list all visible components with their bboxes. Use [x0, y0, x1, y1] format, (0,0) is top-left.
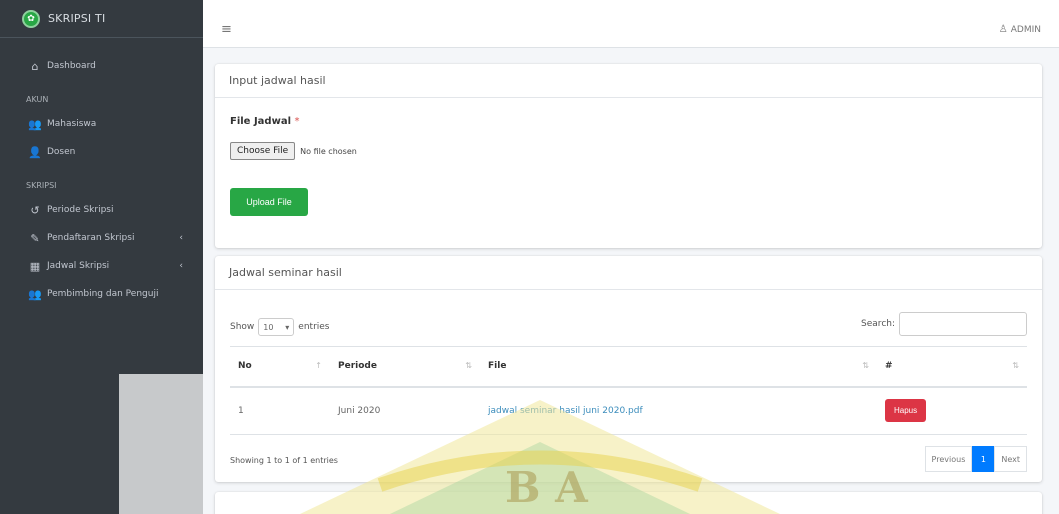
menu-toggle-icon[interactable]: ≡	[221, 22, 232, 37]
sort-icon: ⇅	[1012, 361, 1019, 371]
schedule-table: No ↑ Periode ⇅ File ⇅ # ⇅ 1 Juni 2020 jadwal…	[230, 346, 1027, 435]
cell-periode: Juni 2020	[330, 386, 480, 435]
entries-label: entries	[298, 322, 330, 332]
file-input[interactable]: Choose File No file chosen	[230, 142, 357, 160]
user-icon: 👤	[28, 145, 42, 159]
brand-logo-icon: ✿	[22, 9, 40, 28]
user-icon: ♙	[998, 24, 1008, 35]
upload-card-title: Input jadwal hasil	[215, 64, 1042, 98]
choose-file-button[interactable]: Choose File	[230, 142, 296, 160]
sort-icon: ⇅	[465, 361, 472, 371]
chevron-left-icon: ‹	[179, 261, 183, 271]
entries-value: 10	[263, 322, 274, 332]
sidebar-item-pendaftaran-skripsi[interactable]: ✎ Pendaftaran Skripsi ‹	[0, 224, 203, 252]
history-icon: ↺	[30, 203, 40, 217]
delete-button[interactable]: Hapus	[885, 399, 927, 423]
next-page-button[interactable]: Next	[994, 446, 1027, 472]
brand-link[interactable]: ✿ SKRIPSI TI	[0, 0, 203, 38]
entries-select[interactable]: 10 ▾	[258, 318, 295, 336]
sort-icon: ⇅	[862, 361, 869, 371]
sidebar-item-label: Pembimbing dan Penguji	[47, 289, 159, 299]
user-menu[interactable]: ♙ ADMIN	[999, 24, 1041, 35]
cell-no: 1	[230, 386, 330, 435]
column-header-action[interactable]: # ⇅	[877, 346, 1027, 388]
calendar-icon: ▦	[29, 259, 41, 273]
sidebar-item-jadwal-skripsi[interactable]: ▦ Jadwal Skripsi ‹	[0, 252, 203, 280]
sidebar-item-label: Periode Skripsi	[47, 205, 114, 215]
sidebar-item-pembimbing-penguji[interactable]: 👥 Pembimbing dan Penguji	[0, 280, 203, 308]
previous-page-button[interactable]: Previous	[924, 446, 973, 472]
select-arrow-icon: ▾	[285, 322, 290, 332]
sidebar-item-label: Pendaftaran Skripsi	[47, 233, 135, 243]
sidebar-item-label: Dosen	[47, 147, 76, 157]
file-jadwal-label: File Jadwal *	[230, 116, 299, 127]
table-header-row: No ↑ Periode ⇅ File ⇅ # ⇅	[230, 346, 1027, 388]
sidebar-item-mahasiswa[interactable]: 👥 Mahasiswa	[0, 110, 203, 138]
file-jadwal-label-text: File Jadwal	[230, 116, 291, 127]
sidebar-item-dosen[interactable]: 👤 Dosen	[0, 138, 203, 166]
brand-name: SKRIPSI TI	[48, 12, 106, 25]
table-info: Showing 1 to 1 of 1 entries	[230, 456, 338, 465]
schedule-table-card: Jadwal seminar hasil Show 10 ▾ entries S…	[215, 256, 1042, 482]
entries-length-control: Show 10 ▾ entries	[230, 318, 330, 336]
home-icon: ⌂	[31, 59, 39, 73]
nav-header-skripsi: SKRIPSI	[26, 180, 57, 190]
sort-asc-icon: ↑	[315, 361, 322, 371]
show-label: Show	[230, 322, 255, 332]
sidebar-item-label: Mahasiswa	[47, 119, 97, 129]
file-link[interactable]: jadwal seminar hasil juni 2020.pdf	[488, 406, 643, 416]
sidebar-item-periode-skripsi[interactable]: ↺ Periode Skripsi	[0, 196, 203, 224]
pagination: Previous 1 Next	[924, 446, 1027, 472]
page-1-button[interactable]: 1	[972, 446, 995, 472]
chevron-left-icon: ‹	[179, 233, 183, 243]
users-icon: 👥	[28, 117, 42, 131]
nav-header-akun: AKUN	[26, 94, 49, 104]
column-header-no[interactable]: No ↑	[230, 346, 330, 388]
no-file-text: No file chosen	[300, 146, 357, 156]
required-mark: *	[294, 116, 300, 127]
next-card	[215, 492, 1042, 514]
top-navbar: ≡ ♙ ADMIN	[203, 0, 1059, 48]
table-search: Search:	[861, 312, 1027, 336]
search-input[interactable]	[899, 312, 1027, 336]
sidebar: ✿ SKRIPSI TI ⌂ Dashboard AKUN 👥 Mahasisw…	[0, 0, 203, 514]
cell-action: Hapus	[877, 386, 1027, 435]
upload-card: Input jadwal hasil File Jadwal * Choose …	[215, 64, 1042, 248]
edit-icon: ✎	[30, 231, 40, 245]
column-header-periode[interactable]: Periode ⇅	[330, 346, 480, 388]
upload-file-button[interactable]: Upload File	[230, 188, 308, 216]
sidebar-item-label: Jadwal Skripsi	[47, 261, 110, 271]
sidebar-nav: ⌂ Dashboard AKUN 👥 Mahasiswa 👤 Dosen SKR…	[0, 38, 203, 308]
sidebar-grey-block	[119, 374, 203, 514]
sidebar-item-label: Dashboard	[47, 61, 96, 71]
table-row: 1 Juni 2020 jadwal seminar hasil juni 20…	[230, 386, 1027, 435]
table-card-title: Jadwal seminar hasil	[215, 256, 1042, 290]
cell-file: jadwal seminar hasil juni 2020.pdf	[480, 386, 877, 435]
sidebar-item-dashboard[interactable]: ⌂ Dashboard	[0, 52, 203, 80]
column-header-file[interactable]: File ⇅	[480, 346, 877, 388]
search-label: Search:	[861, 319, 895, 329]
user-name: ADMIN	[1010, 24, 1041, 35]
users-icon: 👥	[28, 287, 42, 301]
